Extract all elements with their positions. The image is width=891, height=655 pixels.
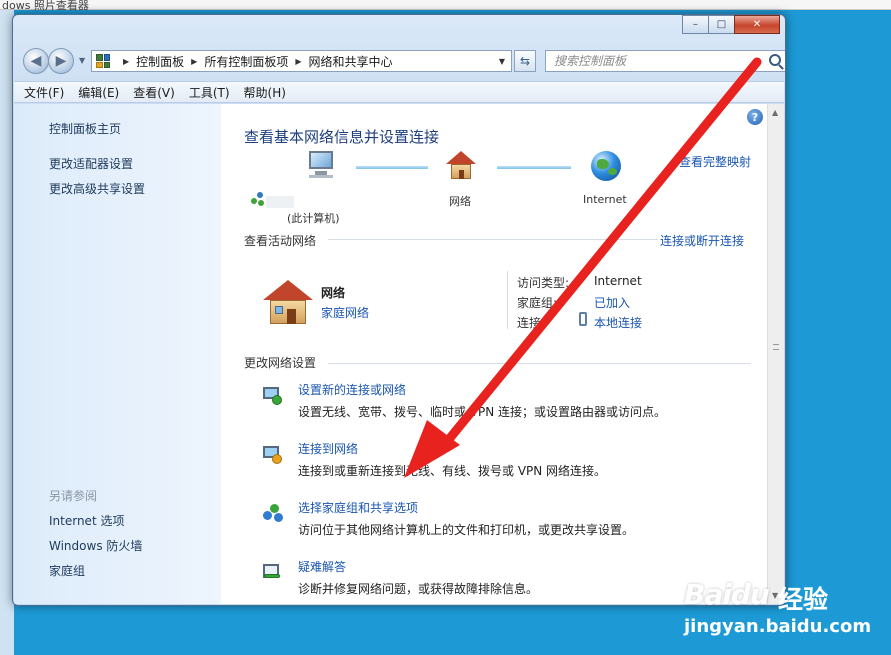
troubleshoot-link[interactable]: 疑难解答 <box>298 558 346 575</box>
section-divider <box>328 239 658 240</box>
plug-icon <box>579 312 587 326</box>
search-input[interactable] <box>546 51 756 71</box>
active-networks-heading: 查看活动网络 <box>244 234 317 248</box>
connect-network-desc: 连接到或重新连接到无线、有线、拨号或 VPN 网络连接。 <box>298 464 607 478</box>
watermark-url: jingyan.baidu.com <box>684 616 872 637</box>
breadcrumb-separator[interactable]: ▶ <box>295 57 301 66</box>
globe-icon <box>591 151 621 181</box>
homegroup-icon <box>261 503 285 525</box>
new-connection-link[interactable]: 设置新的连接或网络 <box>298 381 406 398</box>
breadcrumb-separator[interactable]: ▶ <box>191 57 197 66</box>
help-icon[interactable]: ? <box>747 109 763 125</box>
homegroup-label: 家庭组: <box>517 296 558 310</box>
homegroup-sharing-link[interactable]: 选择家庭组和共享选项 <box>298 499 418 516</box>
connect-disconnect-link[interactable]: 连接或断开连接 <box>660 232 744 249</box>
network-sharing-center-window: – □ ✕ ◀ ▶ ▼ ▶ 控制面板 ▶ 所有控制面板项 ▶ 网络和共享中心 ▼… <box>12 14 786 606</box>
local-connection-link[interactable]: 本地连接 <box>594 314 642 331</box>
breadcrumb-separator[interactable]: ▶ <box>123 57 129 66</box>
sidebar-internet-options-link[interactable]: Internet 选项 <box>49 512 124 529</box>
breadcrumb-network-center[interactable]: 网络和共享中心 <box>309 53 393 70</box>
breadcrumb-all-items[interactable]: 所有控制面板项 <box>204 53 288 70</box>
access-type-label: 访问类型: <box>517 276 570 290</box>
menu-tools[interactable]: 工具(T) <box>189 84 230 101</box>
menu-edit[interactable]: 编辑(E) <box>78 84 119 101</box>
sidebar: 控制面板主页 更改适配器设置 更改高级共享设置 另请参阅 Internet 选项… <box>14 104 221 604</box>
new-connection-icon <box>261 385 285 407</box>
troubleshoot-desc: 诊断并修复网络问题，或获得故障排除信息。 <box>298 582 539 596</box>
vertical-divider <box>507 271 508 329</box>
forward-arrow-icon: ▶ <box>55 53 67 69</box>
breadcrumb-control-panel[interactable]: 控制面板 <box>136 53 184 70</box>
house-icon <box>263 280 313 326</box>
network-small-icon <box>251 192 265 206</box>
menu-file[interactable]: 文件(F) <box>24 84 64 101</box>
sidebar-homegroup-link[interactable]: 家庭组 <box>49 562 85 579</box>
menu-bar: 文件(F) 编辑(E) 查看(V) 工具(T) 帮助(H) <box>14 81 784 103</box>
homegroup-sharing-desc: 访问位于其他网络计算机上的文件和打印机，或更改共享设置。 <box>298 523 635 537</box>
connect-network-link[interactable]: 连接到网络 <box>298 440 358 457</box>
address-bar[interactable]: ▶ 控制面板 ▶ 所有控制面板项 ▶ 网络和共享中心 ▼ <box>91 50 512 72</box>
troubleshoot-icon <box>261 562 285 584</box>
watermark-logo: Baidu <box>684 578 770 611</box>
background-window-titlebar: dows 照片查看器 <box>0 0 891 12</box>
sidebar-adapter-settings-link[interactable]: 更改适配器设置 <box>49 155 133 172</box>
scroll-grip[interactable] <box>773 344 779 350</box>
navigation-row: ◀ ▶ ▼ ▶ 控制面板 ▶ 所有控制面板项 ▶ 网络和共享中心 ▼ ⇆ <box>21 47 785 75</box>
menu-view[interactable]: 查看(V) <box>133 84 175 101</box>
minimize-button[interactable]: – <box>682 15 709 34</box>
refresh-icon: ⇆ <box>519 54 531 68</box>
computer-name-redacted <box>266 196 294 208</box>
connection-line <box>356 166 428 169</box>
main-content: ? ▲ ▼ 查看基本网络信息并设置连接 查看完整映射 (此计算机) 网络 Int… <box>221 104 784 604</box>
connection-line <box>497 166 571 169</box>
view-full-map-link[interactable]: 查看完整映射 <box>679 153 751 170</box>
close-button[interactable]: ✕ <box>734 15 780 34</box>
connections-label: 连接: <box>517 316 546 330</box>
change-settings-heading: 更改网络设置 <box>244 356 317 370</box>
internet-map-label: Internet <box>583 193 627 206</box>
sidebar-firewall-link[interactable]: Windows 防火墙 <box>49 537 142 554</box>
window-controls: – □ ✕ <box>682 15 780 34</box>
new-connection-desc: 设置无线、宽带、拨号、临时或 VPN 连接；或设置路由器或访问点。 <box>298 405 667 419</box>
back-arrow-icon: ◀ <box>30 53 42 69</box>
watermark-jingyan: 经验 <box>778 585 829 614</box>
back-button[interactable]: ◀ <box>23 48 49 74</box>
search-icon[interactable] <box>769 54 781 66</box>
sidebar-advanced-sharing-link[interactable]: 更改高级共享设置 <box>49 180 145 197</box>
network-name: 网络 <box>321 286 346 300</box>
maximize-button[interactable]: □ <box>708 15 735 34</box>
section-divider <box>328 363 751 364</box>
page-title: 查看基本网络信息并设置连接 <box>244 128 440 146</box>
this-computer-label: (此计算机) <box>287 212 340 225</box>
homegroup-joined-link[interactable]: 已加入 <box>594 294 630 311</box>
connect-network-icon <box>261 444 285 466</box>
search-box <box>545 50 785 72</box>
scroll-up-arrow[interactable]: ▲ <box>772 108 778 117</box>
refresh-button[interactable]: ⇆ <box>514 50 536 72</box>
see-also-heading: 另请参阅 <box>49 489 98 503</box>
address-dropdown[interactable]: ▼ <box>499 57 505 66</box>
background-window-title: dows 照片查看器 <box>2 0 89 12</box>
forward-button[interactable]: ▶ <box>48 48 74 74</box>
breadcrumb: ▶ 控制面板 ▶ 所有控制面板项 ▶ 网络和共享中心 <box>116 53 393 70</box>
baidu-watermark: Baidu 经验 jingyan.baidu.com <box>684 578 884 648</box>
vertical-scrollbar[interactable]: ▲ ▼ <box>767 104 784 604</box>
computer-icon <box>305 151 337 181</box>
network-map-label: 网络 <box>449 195 471 208</box>
control-panel-icon <box>96 54 110 68</box>
recent-pages-dropdown[interactable]: ▼ <box>79 56 85 65</box>
menu-help[interactable]: 帮助(H) <box>244 84 286 101</box>
access-type-value: Internet <box>594 274 642 288</box>
network-type-link[interactable]: 家庭网络 <box>321 304 369 321</box>
house-icon <box>446 151 476 181</box>
sidebar-home-link[interactable]: 控制面板主页 <box>49 120 121 137</box>
